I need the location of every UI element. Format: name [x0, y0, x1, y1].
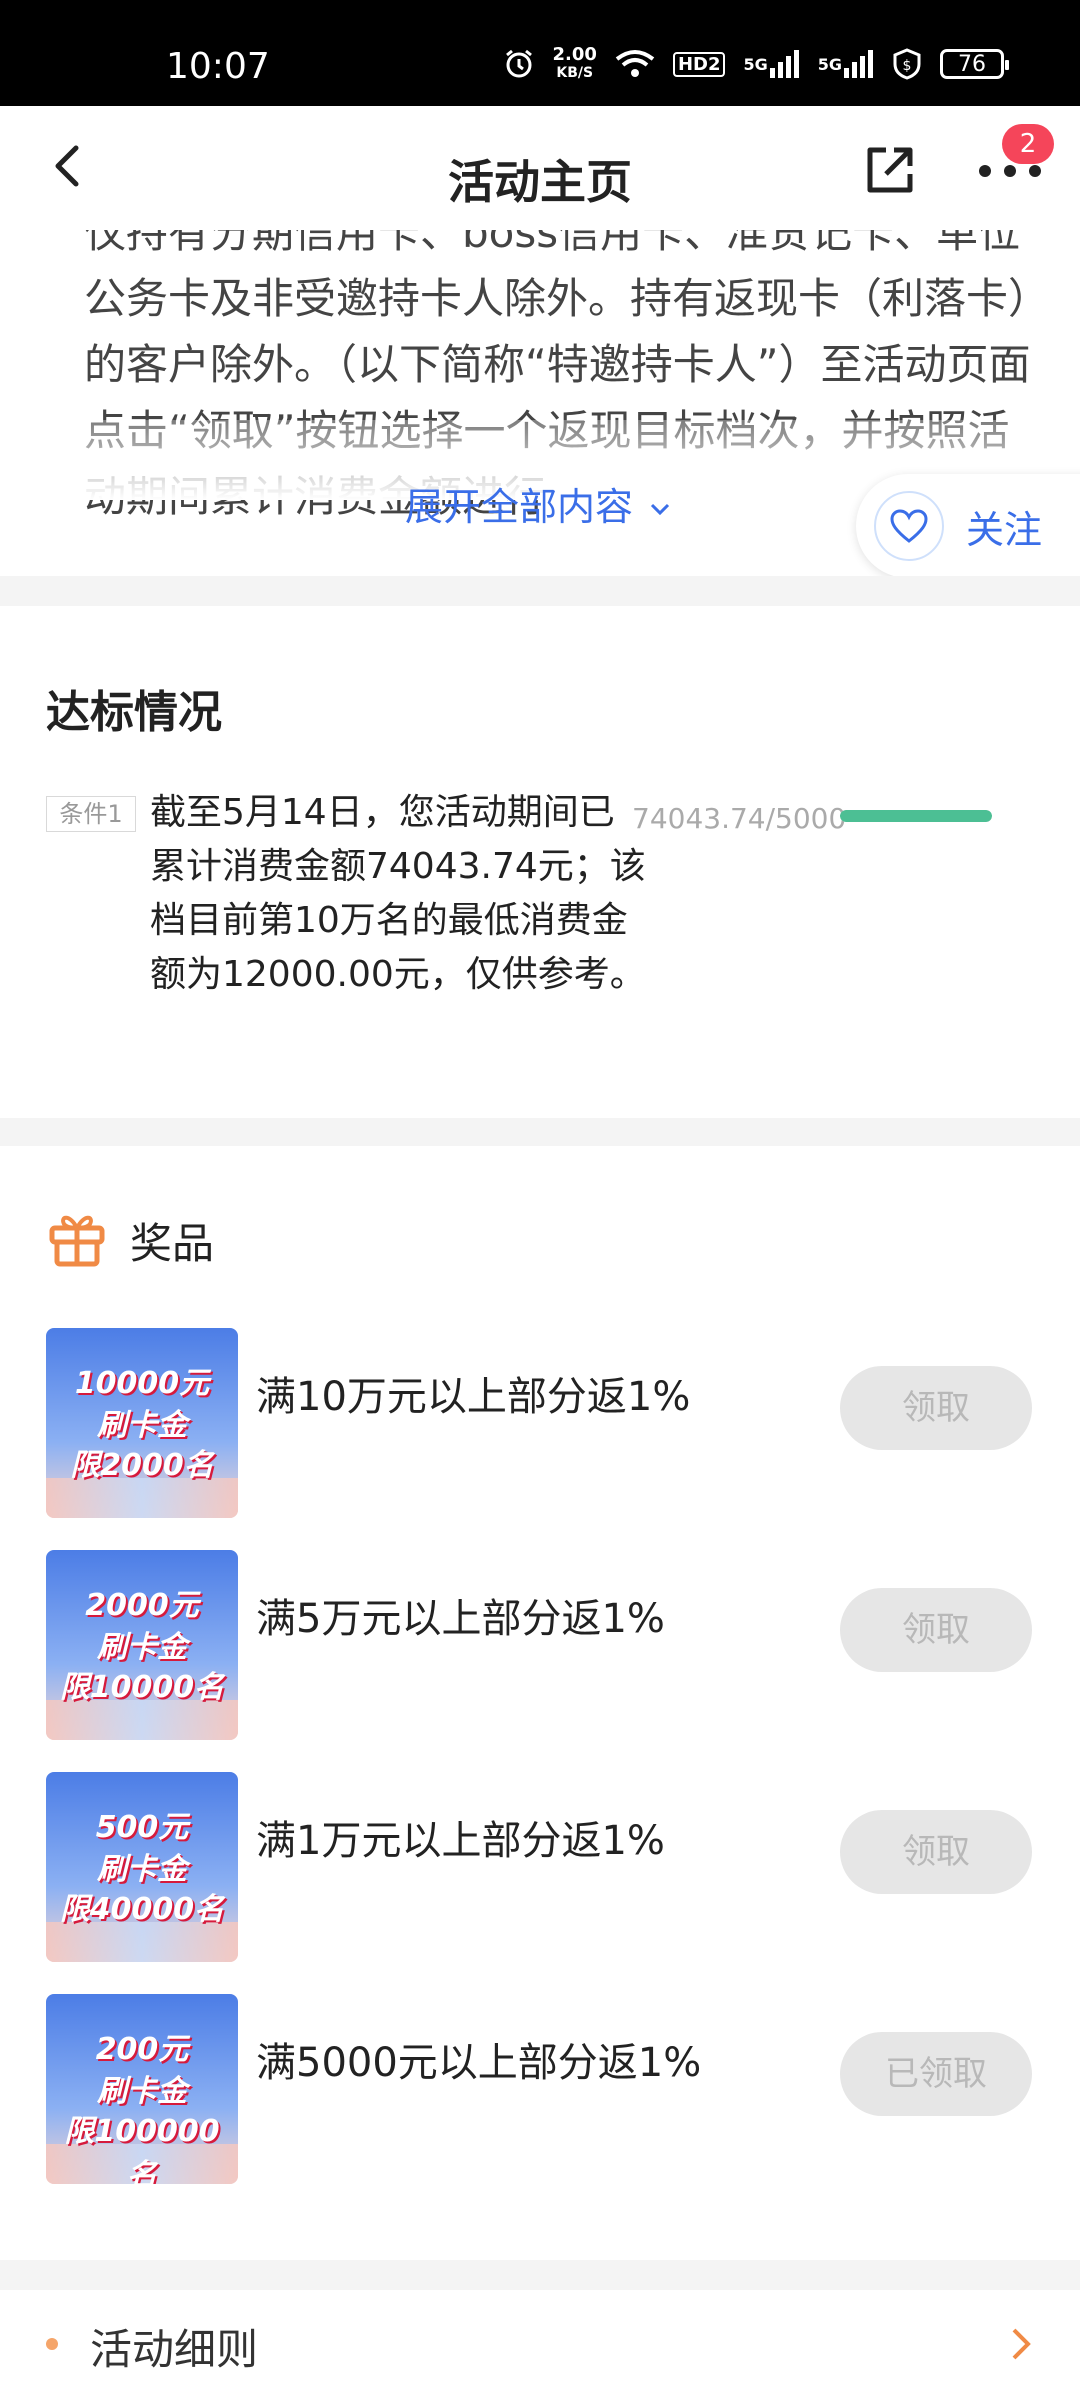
- rules-row[interactable]: 活动细则: [0, 2290, 1080, 2400]
- claimed-button[interactable]: 已领取: [840, 2032, 1032, 2116]
- net-speed: 2.00 KB/S: [553, 46, 597, 82]
- share-icon[interactable]: [860, 140, 920, 200]
- status-icons: 2.00 KB/S HD2 5G 5G $ 76: [503, 46, 1009, 82]
- claim-button[interactable]: 领取: [840, 1588, 1032, 1672]
- alarm-icon: [503, 48, 535, 80]
- net-speed-value: 2.00: [552, 44, 597, 65]
- progress-text: 74043.74/5000: [632, 802, 847, 835]
- prizes-section: 奖品 10000元 刷卡金 限2000名 满10万元以上部分返1% 领取 200…: [0, 1146, 1080, 2260]
- prize-thumbnail: 10000元 刷卡金 限2000名: [46, 1328, 238, 1518]
- prize-item: 10000元 刷卡金 限2000名 满10万元以上部分返1% 领取: [46, 1328, 1046, 1518]
- section-divider: [0, 1118, 1080, 1148]
- condition-text: 截至5月14日，您活动期间已累计消费金额74043.74元；该档目前第10万名的…: [150, 792, 646, 995]
- prizes-title: 奖品: [130, 1218, 215, 1268]
- nav-bar: 活动主页 2: [0, 106, 1080, 230]
- rules-label: 活动细则: [90, 2325, 259, 2374]
- claim-button[interactable]: 领取: [840, 1810, 1032, 1894]
- thumbnail-amount: 500元: [95, 1810, 189, 1845]
- progress-fill: [840, 810, 992, 822]
- net-speed-unit: KB/S: [556, 65, 594, 81]
- prize-name: 满1万元以上部分返1%: [256, 1818, 665, 1864]
- thumbnail-type: 刷卡金: [97, 2074, 187, 2109]
- thumbnail-amount: 10000元: [74, 1366, 210, 1401]
- svg-text:$: $: [903, 58, 912, 74]
- hd-label: HD2: [672, 51, 726, 77]
- thumbnail-limit: 限10000名: [59, 1670, 225, 1705]
- thumbnail-decoration: [46, 1700, 238, 1740]
- thumbnail-decoration: [46, 1922, 238, 1962]
- progress-bar: [840, 810, 992, 822]
- bullet-dot: [46, 2338, 58, 2350]
- status-bar: 10:07 2.00 KB/S HD2 5G 5G $ 76: [0, 0, 1080, 106]
- thumbnail-amount: 2000元: [85, 1588, 199, 1623]
- prize-thumbnail: 200元 刷卡金 限100000名: [46, 1994, 238, 2184]
- thumbnail-type: 刷卡金: [97, 1852, 187, 1887]
- thumbnail-decoration: [46, 1478, 238, 1518]
- claim-button[interactable]: 领取: [840, 1366, 1032, 1450]
- gift-icon: [46, 1208, 108, 1272]
- follow-button[interactable]: 关注: [856, 474, 1080, 578]
- prize-item: 500元 刷卡金 限40000名 满1万元以上部分返1% 领取: [46, 1772, 1046, 1962]
- expand-all-label: 展开全部内容: [404, 485, 633, 529]
- prizes-header: 奖品: [46, 1208, 214, 1272]
- thumbnail-limit: 限2000名: [70, 1448, 214, 1483]
- battery-icon: 76: [940, 49, 1009, 79]
- sim2-label: 5G: [817, 54, 842, 74]
- prize-name: 满5000元以上部分返1%: [256, 2040, 702, 2086]
- prize-thumbnail: 2000元 刷卡金 限10000名: [46, 1550, 238, 1740]
- signal-2-icon: 5G: [818, 50, 874, 78]
- thumbnail-amount: 200元: [95, 2032, 189, 2067]
- chevron-right-icon: [1006, 2324, 1036, 2368]
- signal-1-icon: 5G: [743, 50, 799, 78]
- heart-icon: [874, 491, 944, 561]
- section-divider: [0, 576, 1080, 606]
- status-time: 10:07: [166, 46, 270, 87]
- prize-name: 满10万元以上部分返1%: [256, 1374, 691, 1420]
- thumbnail-limit: 限100000名: [64, 2114, 220, 2184]
- thumbnail-type: 刷卡金: [97, 1630, 187, 1665]
- thumbnail-type: 刷卡金: [97, 1408, 187, 1443]
- prize-name: 满5万元以上部分返1%: [256, 1596, 665, 1642]
- prize-thumbnail: 500元 刷卡金 限40000名: [46, 1772, 238, 1962]
- prize-item: 2000元 刷卡金 限10000名 满5万元以上部分返1% 领取: [46, 1550, 1046, 1740]
- condition-tag: 条件1: [46, 796, 136, 832]
- chevron-down-icon: [650, 503, 670, 515]
- shield-icon: $: [892, 48, 922, 80]
- section-divider: [0, 2260, 1080, 2290]
- status-title: 达标情况: [46, 687, 222, 738]
- prize-item: 200元 刷卡金 限100000名 满5000元以上部分返1% 已领取: [46, 1994, 1046, 2184]
- sim1-label: 5G: [743, 54, 768, 74]
- follow-label: 关注: [966, 507, 1043, 552]
- thumbnail-limit: 限40000名: [59, 1892, 225, 1927]
- status-section: 达标情况 条件1 截至5月14日，您活动期间已累计消费金额74043.74元；该…: [0, 606, 1080, 1118]
- notification-badge: 2: [1002, 124, 1054, 164]
- wifi-icon: [615, 49, 655, 79]
